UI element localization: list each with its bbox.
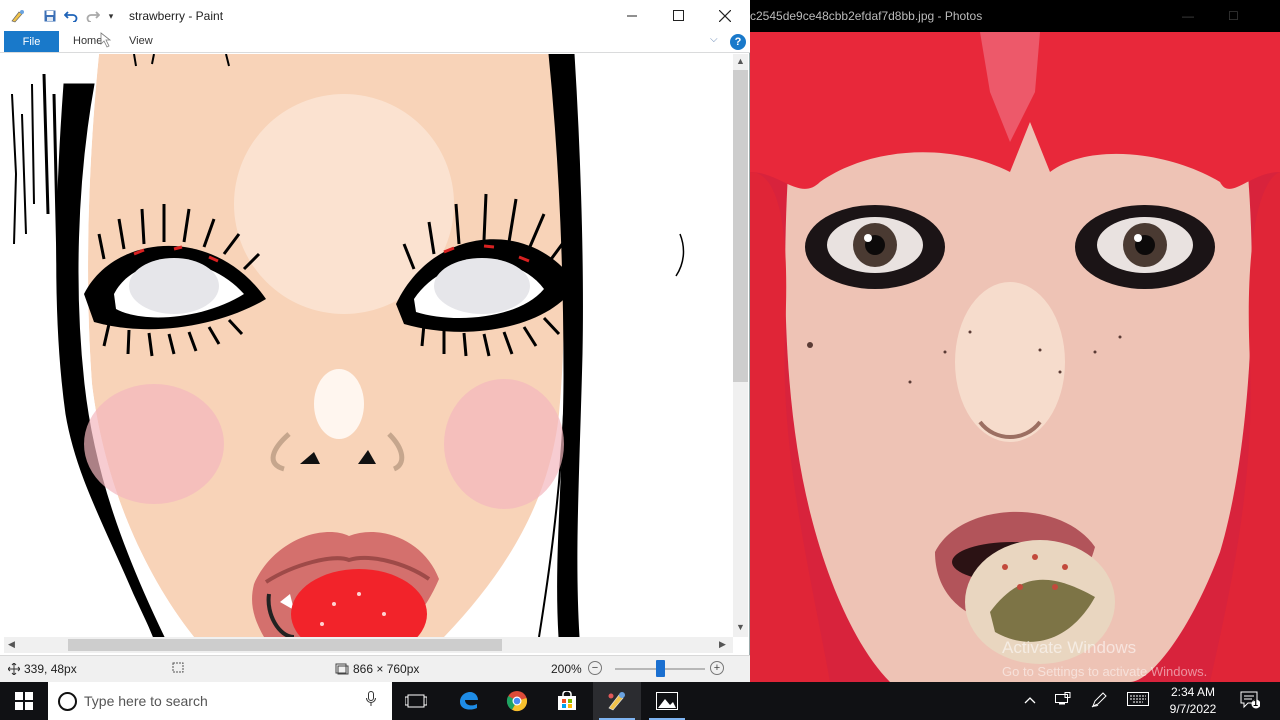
photos-titlebar[interactable]: c2545de9ce48cbb2efdaf7d8bb.jpg - Photos … [750, 0, 1280, 32]
photos-maximize-button[interactable]: ☐ [1228, 9, 1239, 23]
zoom-slider-thumb[interactable] [655, 660, 665, 677]
paint-window: ▾ strawberry - Paint File Home View ⌵ ? [0, 0, 750, 682]
search-placeholder: Type here to search [84, 693, 208, 709]
chrome-browser-icon[interactable] [493, 682, 541, 720]
start-button[interactable] [0, 682, 48, 720]
clock-time: 2:34 AM [1170, 685, 1216, 699]
photo-left-eye [805, 205, 945, 289]
horizontal-scrollbar[interactable]: ◀ ▶ [4, 637, 733, 653]
cortana-icon [58, 692, 77, 711]
taskbar-search-box[interactable]: Type here to search [48, 682, 392, 720]
customize-qat-icon[interactable]: ▾ [103, 8, 119, 24]
taskbar: Type here to search 2:34 AM 9/7/2022 1 [0, 682, 1280, 720]
vertical-scroll-thumb[interactable] [733, 70, 748, 382]
paint-canvas[interactable] [4, 54, 733, 637]
selection-size [171, 662, 185, 674]
activate-windows-subtitle: Go to Settings to activate Windows. [1002, 664, 1208, 679]
save-icon[interactable] [42, 8, 58, 24]
scroll-right-icon[interactable]: ▶ [719, 639, 726, 650]
paint-title: strawberry - Paint [129, 9, 224, 23]
reference-photo [750, 32, 1280, 682]
help-button[interactable]: ? [730, 34, 746, 50]
status-bar: 339, 48px 866 × 760px 200% − + [0, 655, 750, 682]
scroll-left-icon[interactable]: ◀ [8, 639, 15, 650]
store-icon[interactable] [543, 682, 591, 720]
task-view-icon[interactable] [392, 682, 440, 720]
undo-icon[interactable] [63, 8, 79, 24]
close-button[interactable] [702, 0, 748, 31]
clock-date: 9/7/2022 [1169, 702, 1217, 716]
ribbon-tabs: File Home View ⌵ ? [0, 31, 750, 53]
screen: ▾ strawberry - Paint File Home View ⌵ ? [0, 0, 1280, 720]
canvas-size: 866 × 760px [335, 662, 419, 676]
tab-view[interactable]: View [129, 35, 153, 47]
vertical-scrollbar[interactable]: ▲ ▼ [733, 54, 748, 637]
move-cursor-icon [8, 663, 20, 675]
pen-workspace-icon[interactable] [1091, 692, 1107, 711]
maximize-button[interactable] [655, 0, 701, 31]
notification-count: 1 [1253, 698, 1259, 708]
keyboard-icon[interactable] [1127, 692, 1149, 709]
network-icon[interactable] [1055, 692, 1071, 709]
paint-titlebar[interactable]: ▾ strawberry - Paint [0, 0, 750, 31]
scroll-up-icon[interactable]: ▲ [736, 56, 745, 66]
photo-right-eye [1075, 205, 1215, 289]
face-drawing [4, 54, 733, 637]
photo-viewer[interactable]: Activate Windows Go to Settings to activ… [750, 32, 1280, 682]
photos-taskbar-icon[interactable] [643, 682, 691, 720]
expand-ribbon-icon[interactable]: ⌵ [710, 34, 718, 45]
cursor-position-text: 339, 48px [24, 662, 77, 676]
selection-icon [172, 662, 184, 673]
paint-app-icon[interactable] [10, 8, 26, 24]
activate-windows-title: Activate Windows [1002, 638, 1137, 657]
photos-window: c2545de9ce48cbb2efdaf7d8bb.jpg - Photos … [750, 0, 1280, 682]
tab-file[interactable]: File [4, 31, 59, 52]
mouse-cursor-icon [98, 31, 116, 54]
zoom-in-button[interactable]: + [710, 661, 724, 675]
action-center-icon[interactable]: 1 [1240, 690, 1261, 713]
photos-title: c2545de9ce48cbb2efdaf7d8bb.jpg - Photos [750, 9, 983, 23]
blush-right [444, 379, 564, 509]
photos-minimize-button[interactable]: — [1182, 9, 1194, 23]
canvas-size-text: 866 × 760px [353, 662, 420, 676]
show-hidden-icons[interactable] [1024, 692, 1036, 707]
edge-browser-icon[interactable] [444, 682, 492, 720]
scroll-down-icon[interactable]: ▼ [736, 622, 745, 632]
windows-logo-icon [15, 692, 33, 710]
blush-left [84, 384, 224, 504]
redo-icon[interactable] [85, 8, 101, 24]
horizontal-scroll-thumb[interactable] [68, 639, 502, 651]
zoom-out-button[interactable]: − [588, 661, 602, 675]
paint-taskbar-icon[interactable] [593, 682, 641, 720]
minimize-button[interactable] [609, 0, 655, 31]
system-clock[interactable]: 2:34 AM 9/7/2022 [1160, 684, 1226, 718]
microphone-icon[interactable] [366, 691, 376, 710]
cursor-position: 339, 48px [8, 662, 77, 676]
canvas-size-icon [335, 663, 349, 675]
zoom-level: 200% [551, 662, 582, 676]
